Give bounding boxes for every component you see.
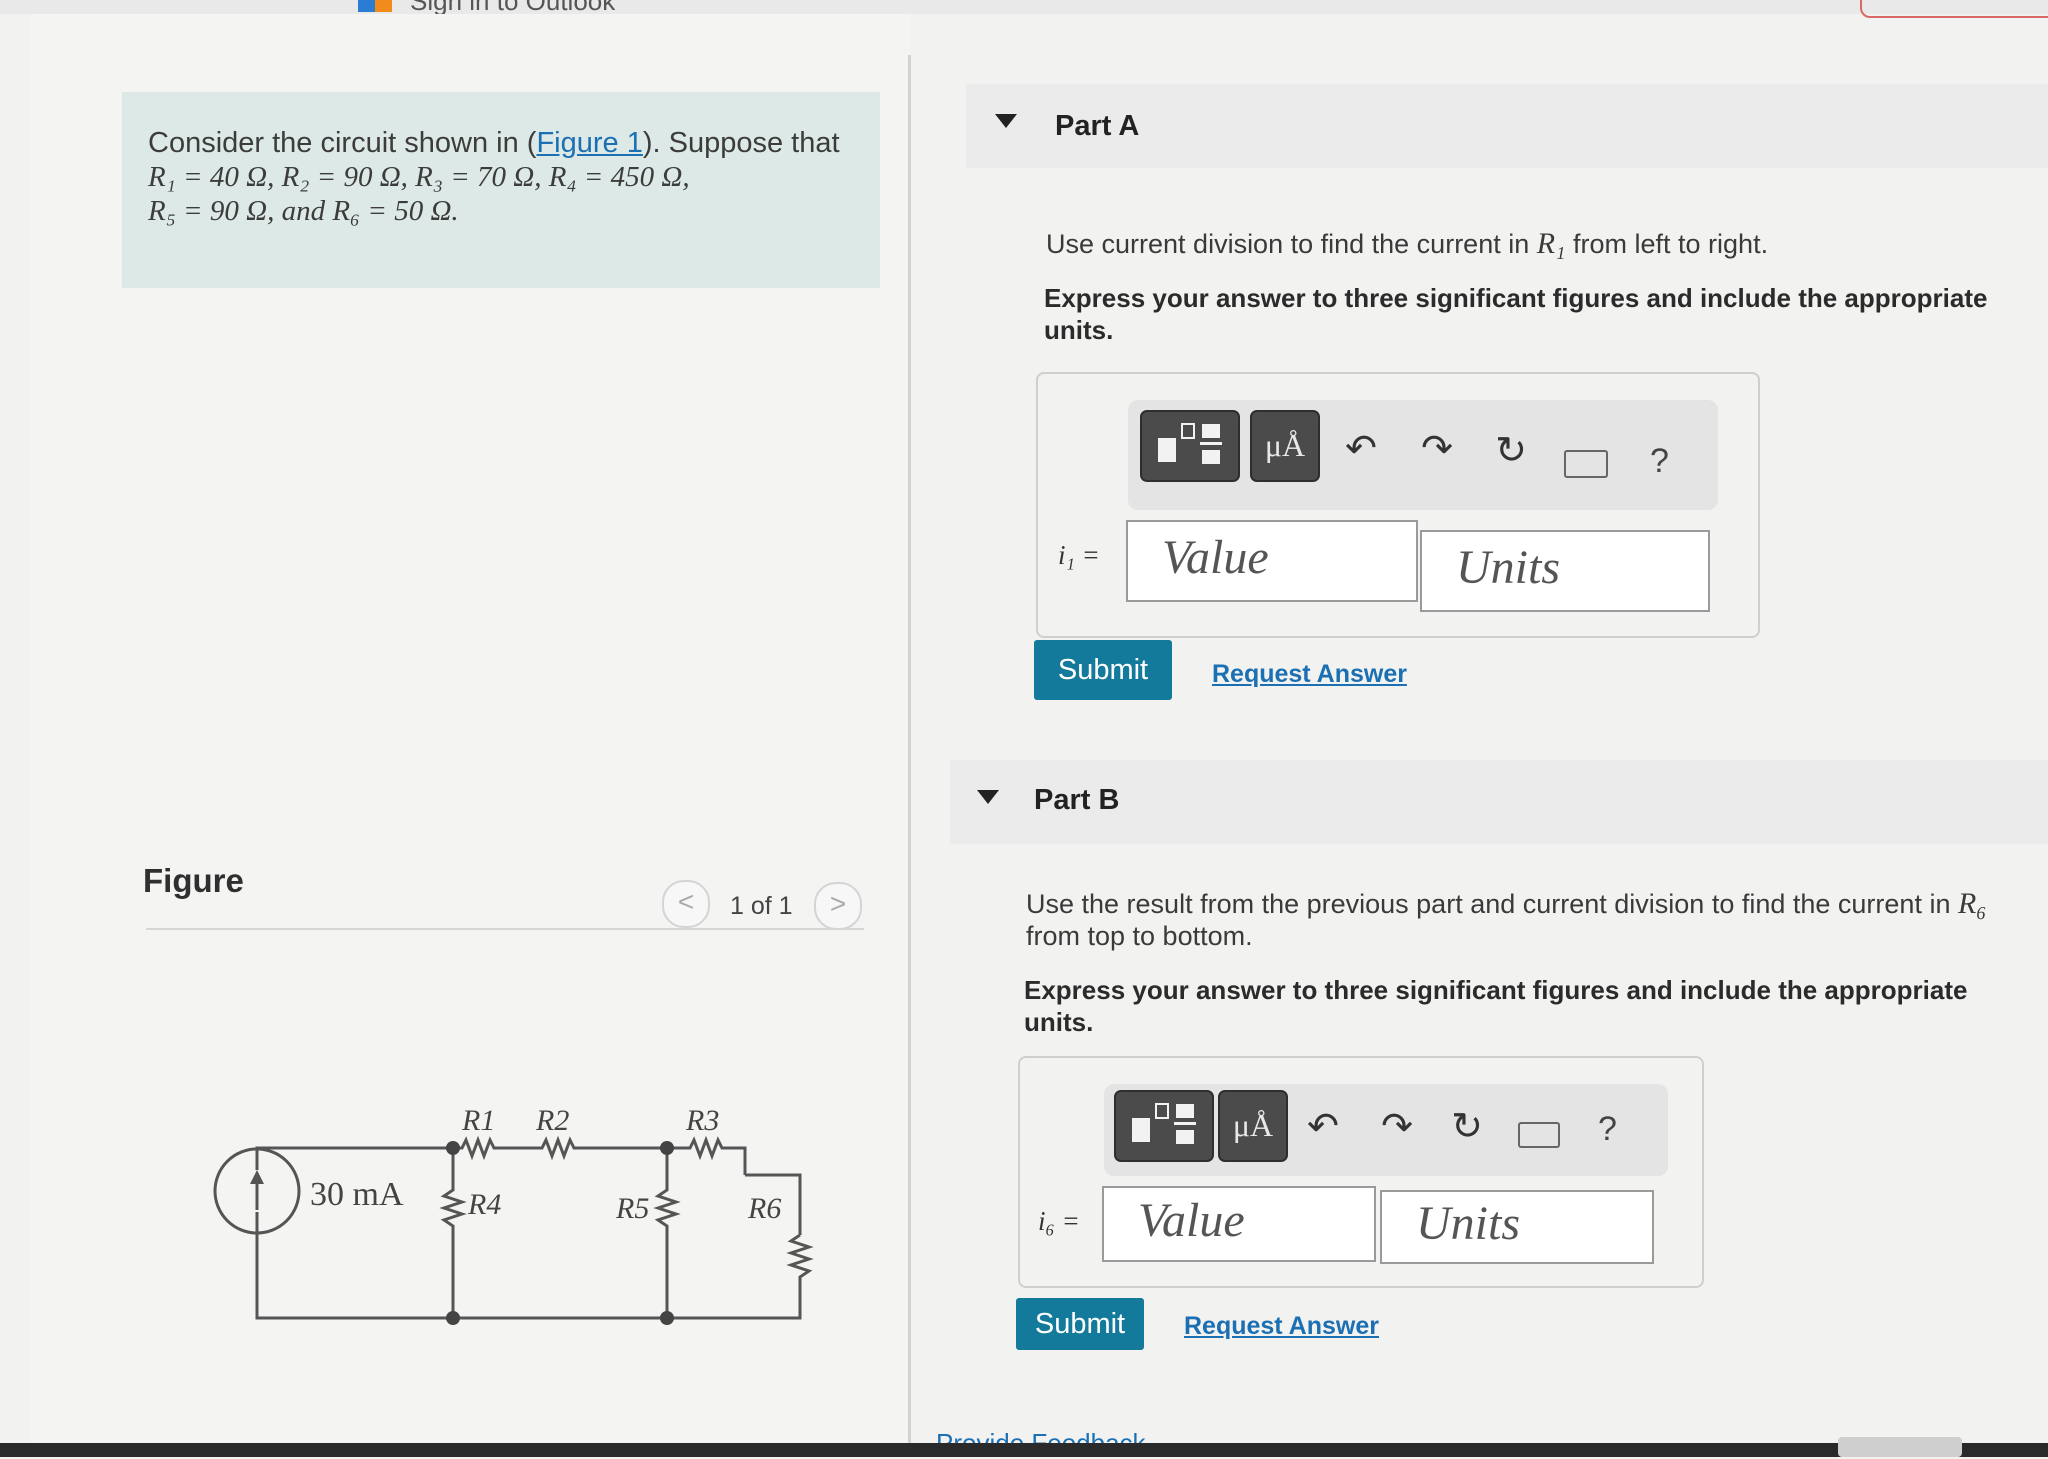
part-b-title[interactable]: Part B — [1034, 784, 1119, 817]
keyboard-icon[interactable] — [1564, 450, 1608, 478]
undo-icon[interactable]: ↶ — [1336, 426, 1386, 471]
part-b-request-answer[interactable]: Request Answer — [1184, 1312, 1379, 1341]
part-b-instruction-var: R₆ — [1957, 887, 1987, 920]
node-bottom-left — [446, 1311, 460, 1325]
resistor-r1 — [453, 1135, 506, 1161]
figure-divider — [146, 928, 864, 930]
part-a-instruction-var: R₁ — [1536, 227, 1566, 260]
problem-intro-end: ). Suppose that — [642, 127, 840, 159]
top-strip — [0, 0, 2048, 14]
arrow-head-icon — [250, 1170, 264, 1184]
redo-icon[interactable]: ↷ — [1372, 1104, 1422, 1149]
part-a-value-input[interactable]: Value — [1126, 520, 1418, 602]
resistor-r5 — [653, 1148, 681, 1318]
problem-values-line1: R₁ = 40 Ω, R₂ = 90 Ω, R₃ = 70 Ω, R₄ = 45… — [148, 161, 690, 193]
part-a-submit-button[interactable]: Submit — [1034, 640, 1172, 700]
figure-prev-button[interactable]: < — [662, 880, 710, 928]
part-b-instruction: Use the result from the previous part an… — [1026, 888, 2016, 952]
part-b-value-input[interactable]: Value — [1102, 1186, 1376, 1262]
label-r6: R6 — [747, 1192, 781, 1225]
units-icon[interactable]: μÅ — [1218, 1090, 1288, 1162]
bottom-bar — [0, 1443, 2048, 1457]
label-r2: R2 — [535, 1110, 569, 1137]
templates-icon[interactable] — [1114, 1090, 1214, 1162]
part-b-answer-label: i₆ = — [1038, 1206, 1080, 1236]
source-label: 30 mA — [310, 1176, 404, 1213]
keyboard-icon[interactable] — [1518, 1122, 1560, 1148]
resistor-r4 — [439, 1148, 467, 1318]
help-icon[interactable]: ? — [1598, 1110, 1617, 1149]
problem-intro: Consider the circuit shown in ( — [148, 127, 537, 159]
label-r5: R5 — [615, 1192, 649, 1225]
figure-link[interactable]: Figure 1 — [536, 127, 642, 159]
help-icon[interactable]: ? — [1650, 442, 1669, 481]
next-button[interactable] — [1838, 1437, 1962, 1457]
part-a-express: Express your answer to three significant… — [1044, 283, 1988, 345]
part-a-instruction: Use current division to find the current… — [1046, 228, 2006, 260]
resistor-r3 — [667, 1135, 747, 1175]
part-b-express: Express your answer to three significant… — [1024, 975, 1968, 1037]
part-b-instruction-text: Use the result from the previous part an… — [1026, 889, 1958, 919]
label-r1: R1 — [461, 1110, 495, 1137]
resistor-r6 — [786, 1233, 814, 1285]
part-a-instruction-end: from left to right. — [1565, 229, 1769, 259]
problem-values-line2: R₅ = 90 Ω, and R₆ = 50 Ω. — [148, 195, 459, 227]
figure-page-count: 1 of 1 — [730, 892, 793, 920]
wire-bottom — [255, 1212, 802, 1320]
part-a-instruction-text: Use current division to find the current… — [1046, 229, 1537, 259]
problem-statement: Consider the circuit shown in (Figure 1)… — [148, 126, 868, 228]
part-a-units-input[interactable]: Units — [1420, 530, 1710, 612]
undo-icon[interactable]: ↶ — [1298, 1104, 1348, 1149]
part-b-units-input[interactable]: Units — [1380, 1190, 1654, 1264]
units-icon[interactable]: μÅ — [1250, 410, 1320, 482]
part-a-caret-icon[interactable] — [995, 114, 1017, 128]
label-r3: R3 — [685, 1110, 719, 1137]
templates-icon[interactable] — [1140, 410, 1240, 482]
figure-next-button[interactable]: > — [814, 882, 862, 930]
resistor-r2 — [506, 1135, 667, 1161]
redo-icon[interactable]: ↷ — [1412, 426, 1462, 471]
top-right-button[interactable] — [1860, 0, 2048, 18]
part-b-submit-button[interactable]: Submit — [1016, 1298, 1144, 1350]
outlook-icon — [358, 0, 392, 12]
part-a-request-answer[interactable]: Request Answer — [1212, 660, 1407, 689]
column-divider — [908, 55, 911, 1457]
reset-icon[interactable]: ↻ — [1486, 428, 1536, 473]
circuit-diagram: 30 mA R1 R2 R3 R4 R5 R6 — [213, 1110, 814, 1325]
node-top-left — [446, 1141, 460, 1155]
label-r4: R4 — [467, 1188, 501, 1221]
node-bottom-right — [660, 1311, 674, 1325]
part-a-title[interactable]: Part A — [1055, 110, 1139, 143]
node-top-right — [660, 1141, 674, 1155]
part-b-caret-icon[interactable] — [977, 790, 999, 804]
reset-icon[interactable]: ↻ — [1442, 1104, 1492, 1149]
part-b-instruction-end: from top to bottom. — [1026, 921, 1253, 951]
figure-label: Figure — [143, 862, 244, 899]
part-a-answer-label: i₁ = — [1058, 540, 1100, 570]
